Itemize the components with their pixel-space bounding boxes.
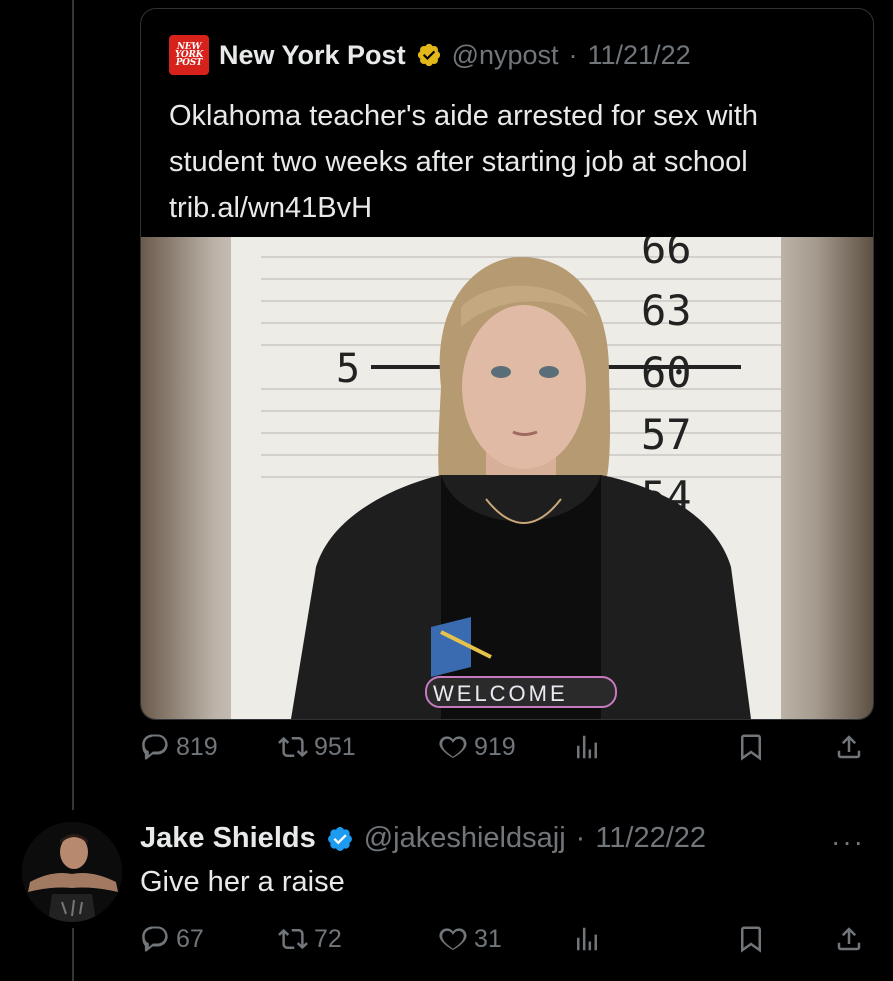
height-marker-side: 5 [336,346,360,392]
reply-count: 67 [176,924,204,953]
reply-icon [142,926,168,952]
retweet-count: 951 [314,732,356,761]
retweet-button[interactable]: 951 [278,732,356,762]
like-count: 919 [474,732,516,761]
quoted-date[interactable]: 11/21/22 [588,40,691,71]
like-icon [439,928,467,951]
reply-actions: 67 72 31 [140,924,880,964]
nypost-logo[interactable]: NEW YORK POST [169,35,209,75]
height-marker: 63 [641,286,692,335]
bookmark-icon [741,734,761,761]
views-icon [577,927,597,951]
retweet-button[interactable]: 72 [278,924,342,954]
reply-handle[interactable]: @jakeshieldsajj [364,822,566,855]
reply-icon [142,734,168,760]
views-icon [577,735,597,759]
height-marker: 66 [641,237,692,273]
shirt-text: WELCOME [433,681,568,706]
views-button[interactable] [572,732,602,762]
mugshot-photo[interactable]: 5 66 63 60 57 54 WELCOME [141,237,873,719]
share-icon [837,735,861,759]
verified-badge-icon [417,43,440,67]
verified-badge-icon [327,826,352,851]
reply-display-name[interactable]: Jake Shields [140,822,316,855]
views-button[interactable] [572,924,602,954]
more-options-icon[interactable]: ··· [831,826,865,858]
quoted-tweet-card[interactable]: NEW YORK POST New York Post @nypost · 11… [140,8,874,720]
quoted-display-name[interactable]: New York Post [219,40,406,71]
bookmark-button[interactable] [736,732,766,762]
like-button[interactable]: 31 [438,924,502,954]
reply-text: Give her a raise [140,866,345,898]
retweet-icon [278,928,308,950]
reply-date[interactable]: 11/22/22 [595,822,706,855]
share-button[interactable] [834,924,864,954]
quoted-tweet-actions: 819 951 919 [140,732,880,772]
share-icon [837,927,861,951]
like-icon [439,736,467,759]
reply-button[interactable]: 67 [140,924,204,954]
like-count: 31 [474,924,502,953]
height-marker: 57 [641,410,692,459]
retweet-count: 72 [314,924,342,953]
bookmark-icon [741,926,761,953]
reply-count: 819 [176,732,218,761]
height-marker: 60 [641,348,692,397]
share-button[interactable] [834,732,864,762]
reply-button[interactable]: 819 [140,732,218,762]
thread-line-continuation [72,928,74,981]
like-button[interactable]: 919 [438,732,516,762]
reply-header: Jake Shields @jakeshieldsajj · 11/22/22 [140,822,706,855]
retweet-icon [278,736,308,758]
reply-separator: · [575,822,586,854]
quoted-tweet-text: Oklahoma teacher's aide arrested for sex… [169,100,759,224]
quoted-separator: · [568,39,578,70]
thread-line [72,0,74,810]
quoted-handle[interactable]: @nypost [452,40,559,71]
bookmark-button[interactable] [736,924,766,954]
avatar[interactable] [22,822,122,922]
quoted-tweet-header: NEW YORK POST New York Post @nypost · 11… [169,35,691,75]
